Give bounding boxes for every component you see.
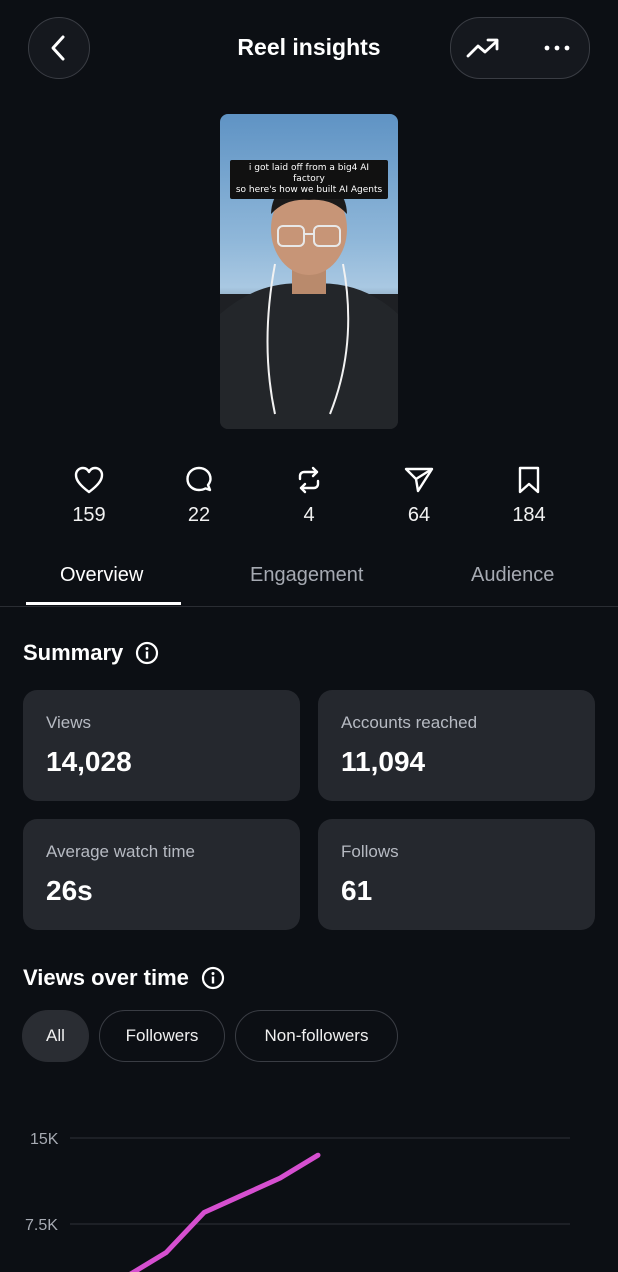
tab-audience[interactable]: Audience [471, 564, 554, 587]
y-tick-15k: 15K [30, 1131, 59, 1148]
accounts-reached-value: 11,094 [341, 746, 426, 777]
comments-count: 22 [187, 504, 211, 526]
views-label: Views [46, 713, 92, 732]
reel-caption: i got laid off from a big4 AI factory so… [230, 160, 388, 199]
reel-caption-line2: so here's how we built AI Agents [235, 185, 383, 195]
average-watch-time-label: Average watch time [46, 842, 195, 861]
stat-comments[interactable]: 22 [159, 460, 239, 527]
views-over-time-heading: Views over time [23, 965, 225, 991]
info-icon [136, 641, 159, 665]
info-icon [201, 966, 225, 990]
reel-thumbnail[interactable]: i got laid off from a big4 AI factory so… [220, 114, 398, 429]
stat-shares[interactable]: 64 [379, 460, 459, 527]
top-bar: Reel insights [0, 0, 618, 96]
y-tick-7-5k: 7.5K [25, 1217, 58, 1234]
views-over-time-title: Views over time [23, 965, 189, 990]
heart-icon [74, 466, 104, 494]
average-watch-time-value: 26s [46, 875, 93, 906]
share-icon [404, 467, 434, 493]
follows-label: Follows [341, 842, 399, 861]
accounts-reached-label: Accounts reached [341, 713, 478, 732]
accounts-reached-card: Accounts reached 11,094 [318, 690, 595, 801]
tab-overview[interactable]: Overview [60, 564, 143, 587]
views-value: 14,028 [46, 746, 132, 777]
views-over-time-info-button[interactable] [201, 966, 225, 990]
summary-title: Summary [23, 640, 124, 665]
repost-icon [298, 466, 320, 494]
tab-engagement[interactable]: Engagement [250, 564, 363, 587]
saves-count: 184 [512, 504, 546, 526]
filter-non-followers-chip[interactable]: Non-followers [235, 1010, 398, 1062]
views-over-time-chart: 15K 7.5K [25, 1131, 570, 1272]
more-options-button[interactable] [525, 18, 589, 78]
more-icon [544, 45, 570, 51]
trending-up-icon [466, 38, 499, 58]
follows-value: 61 [341, 875, 373, 906]
comment-icon [186, 466, 212, 492]
summary-heading: Summary [23, 640, 159, 666]
views-card: Views 14,028 [23, 690, 300, 801]
insights-tabs: Overview Engagement Audience [0, 556, 618, 607]
summary-info-button[interactable] [135, 641, 159, 665]
reposts-count: 4 [303, 504, 315, 526]
likes-count: 159 [72, 504, 106, 526]
header-actions [450, 17, 590, 79]
shares-count: 64 [407, 504, 431, 526]
engagement-stats: 159 22 4 64 184 [0, 460, 618, 530]
average-watch-time-card: Average watch time 26s [23, 819, 300, 930]
filter-followers-chip[interactable]: Followers [99, 1010, 225, 1062]
bookmark-icon [518, 466, 540, 494]
stat-reposts[interactable]: 4 [269, 460, 349, 527]
trend-button[interactable] [451, 18, 515, 78]
active-tab-indicator [26, 602, 181, 605]
stat-likes[interactable]: 159 [49, 460, 129, 527]
reel-caption-line1: i got laid off from a big4 AI factory [248, 163, 370, 184]
views-series-line [129, 1152, 321, 1272]
filter-all-chip[interactable]: All [22, 1010, 89, 1062]
follows-card: Follows 61 [318, 819, 595, 930]
stat-saves[interactable]: 184 [489, 460, 569, 527]
